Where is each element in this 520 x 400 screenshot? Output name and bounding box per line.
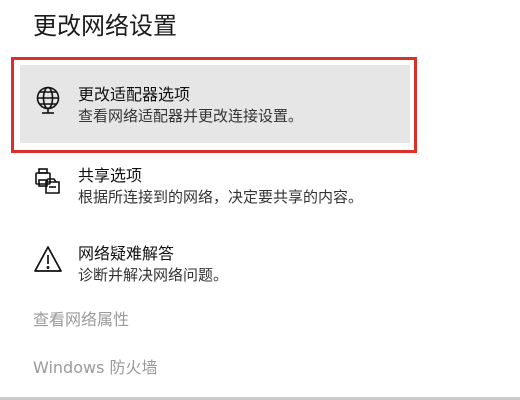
network-troubleshooter-item[interactable]: 网络疑难解答 诊断并解决网络问题。 [20,243,410,291]
option-description: 查看网络适配器并更改连接设置。 [78,107,304,125]
page-title: 更改网络设置 [33,12,177,40]
sharing-options-item[interactable]: 共享选项 根据所连接到的网络，决定要共享的内容。 [20,165,410,213]
option-text: 更改适配器选项 查看网络适配器并更改连接设置。 [78,84,303,126]
network-settings-page: 更改网络设置 更改适配器选项 查看网络适配器并更改连接设置。 共享选项 根据所连… [0,0,520,400]
option-text: 共享选项 根据所连接到的网络，决定要共享的内容。 [78,165,363,207]
windows-firewall-link[interactable]: Windows 防火墙 [33,357,158,379]
option-text: 网络疑难解答 诊断并解决网络问题。 [78,243,228,285]
option-title: 更改适配器选项 [78,85,191,104]
view-network-properties-link[interactable]: 查看网络属性 [33,309,129,331]
option-description: 根据所连接到的网络，决定要共享的内容。 [78,188,364,206]
adapter-globe-icon [32,84,64,116]
warning-triangle-icon [32,243,64,275]
sharing-printer-icon [32,165,64,197]
option-description: 诊断并解决网络问题。 [78,266,229,284]
option-title: 共享选项 [78,166,143,185]
change-adapter-options-item[interactable]: 更改适配器选项 查看网络适配器并更改连接设置。 [20,65,410,143]
option-title: 网络疑难解答 [78,244,175,263]
